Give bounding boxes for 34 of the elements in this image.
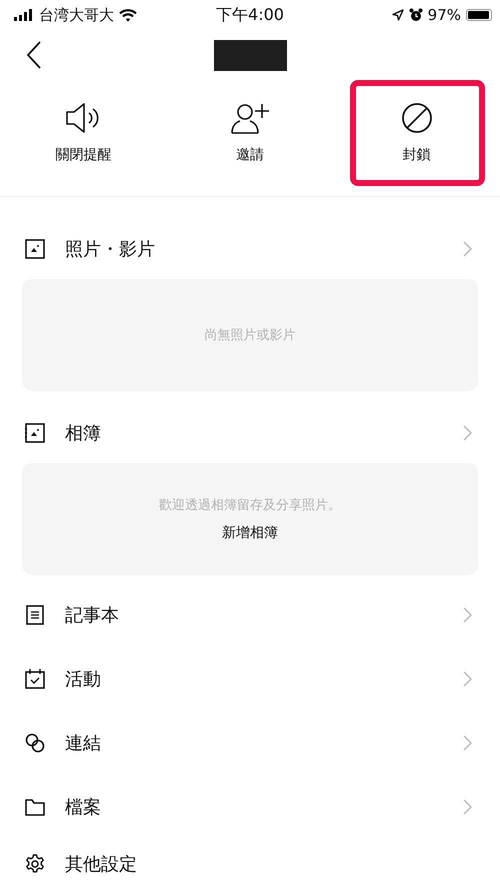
add-person-icon	[230, 102, 269, 134]
chevron-icon	[463, 425, 472, 441]
section-header[interactable]: 照片・影片	[22, 221, 478, 277]
signal-icon	[14, 9, 34, 21]
menu-item[interactable]: 活動	[22, 647, 478, 711]
add-album-link[interactable]: 新增相簿	[222, 524, 278, 542]
folder-icon	[25, 797, 45, 817]
back-icon[interactable]	[26, 41, 42, 69]
note-icon	[25, 605, 45, 625]
empty-message: 尚無照片或影片	[204, 327, 296, 344]
block-icon	[400, 102, 433, 134]
settings-icon	[25, 854, 45, 874]
carrier-name: 台湾大哥大	[39, 6, 114, 24]
chevron-icon	[463, 241, 472, 257]
section-header[interactable]: 相簿	[22, 405, 478, 461]
location-arrow-icon	[392, 9, 404, 21]
menu-item[interactable]: 其他設定	[22, 839, 478, 889]
image-icon	[25, 239, 45, 259]
calendar-check-icon	[25, 669, 45, 689]
action-button[interactable]: 關閉提醒	[0, 80, 167, 196]
menu-item[interactable]: 檔案	[22, 775, 478, 839]
empty-message: 歡迎透過相簿留存及分享照片。	[159, 497, 341, 514]
action-button[interactable]: 封鎖	[333, 80, 500, 196]
battery-icon	[466, 9, 492, 21]
speaker-icon	[65, 102, 102, 134]
link-icon	[25, 733, 45, 753]
wifi-icon	[119, 8, 137, 22]
alarm-clock-icon	[408, 8, 423, 22]
album-icon	[25, 423, 45, 443]
menu-item[interactable]: 連結	[22, 711, 478, 775]
battery-percent: 97%	[428, 6, 461, 24]
clock-time: 下午4:00	[216, 4, 284, 26]
menu-item[interactable]: 記事本	[22, 583, 478, 647]
action-button[interactable]: 邀請	[166, 80, 334, 196]
